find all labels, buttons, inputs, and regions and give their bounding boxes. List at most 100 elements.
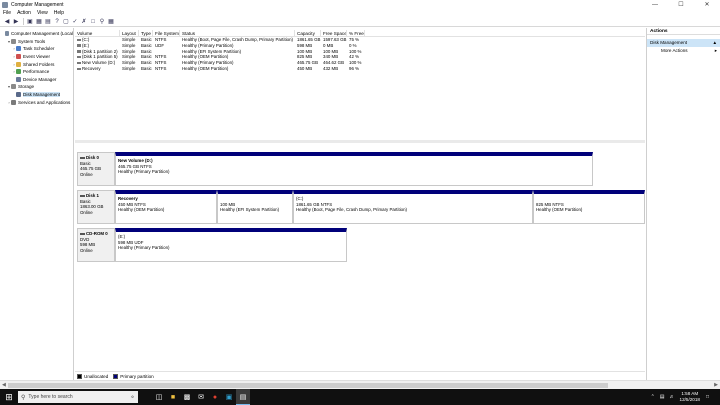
check-icon[interactable]: ✓	[71, 18, 79, 26]
tree-item[interactable]: › Shared Folders	[0, 60, 73, 68]
help-icon[interactable]: ?	[53, 18, 61, 26]
tree-node-icon	[16, 76, 21, 82]
column-header-capacity[interactable]: Capacity	[295, 29, 321, 37]
cdrom-0-label[interactable]: CD-ROM 0 DVD 598 MB Online	[77, 228, 115, 262]
scrollbar-thumb[interactable]	[8, 383, 608, 388]
disk-name-text: Disk 1	[86, 193, 99, 198]
volume-name: (E:)	[82, 42, 90, 48]
volume-icon	[77, 44, 81, 47]
horizontal-scrollbar[interactable]: ◀ ▶	[0, 380, 720, 389]
scroll-right-icon[interactable]: ▶	[714, 382, 718, 388]
tree-item-label: Storage	[18, 84, 35, 90]
column-header-type[interactable]: Type	[139, 29, 153, 37]
mail-icon[interactable]: ✉	[194, 389, 208, 405]
tree-item[interactable]: Device Manager	[0, 76, 73, 84]
scroll-left-icon[interactable]: ◀	[2, 382, 6, 388]
column-header-volume[interactable]: Volume	[75, 29, 120, 37]
forward-arrow-icon[interactable]: ▶	[12, 18, 20, 26]
column-header-free-space[interactable]: Free Space	[321, 29, 347, 37]
tree-item[interactable]: Disk Management	[0, 91, 73, 99]
partition-status: Healthy (Primary Partition)	[118, 245, 170, 251]
tree-item[interactable]: › Event Viewer	[0, 53, 73, 61]
disk-0-state: Online	[80, 171, 93, 177]
partition-recovery[interactable]: Recovery 450 MB NTFS Healthy (OEM Partit…	[115, 190, 217, 224]
partition-efi-system[interactable]: 100 MB Healthy (EFI System Partition)	[217, 190, 293, 224]
tree-item-label: Performance	[23, 69, 50, 75]
menu-action[interactable]: Action	[17, 10, 31, 16]
show-hide-tree-icon[interactable]: ▦	[35, 18, 43, 26]
partition-c-drive[interactable]: (C:) 1861.65 GB NTFS Healthy (Boot, Page…	[293, 190, 533, 224]
tree-item[interactable]: ▾ System Tools	[0, 38, 73, 46]
partition-status: Healthy (Primary Partition)	[118, 169, 170, 175]
file-explorer-icon[interactable]: ■	[166, 389, 180, 405]
tree-item[interactable]: › Services and Applications	[0, 98, 73, 106]
tree-node-icon	[11, 99, 16, 105]
settings-icon[interactable]: ▦	[107, 18, 115, 26]
properties-icon[interactable]: ▤	[44, 18, 52, 26]
store-icon[interactable]: ▩	[180, 389, 194, 405]
menu-help[interactable]: Help	[54, 10, 64, 16]
menu-view[interactable]: View	[37, 10, 48, 16]
taskbar-search-box[interactable]: ⚲ Type here to search ⚬	[18, 391, 138, 403]
task-view-icon[interactable]: ◫	[152, 389, 166, 405]
partition-oem[interactable]: 825 MB NTFS Healthy (OEM Partition)	[533, 190, 645, 224]
partition-e-drive[interactable]: (E:) 598 MB UDF Healthy (Primary Partiti…	[115, 228, 347, 262]
more-actions-item[interactable]: More Actions ▸	[647, 47, 720, 55]
volume-row[interactable]: Recovery Simple Basic NTFS Healthy (OEM Part…	[75, 66, 645, 72]
computer-management-taskbar-icon[interactable]: ▤	[236, 389, 250, 405]
tree-node-icon	[16, 61, 21, 67]
volume-list-rows: (C:) Simple Basic NTFS Healthy (Boot, Page F…	[75, 37, 645, 72]
view-icon[interactable]: ▢	[62, 18, 70, 26]
column-header-file-system[interactable]: File System	[153, 29, 180, 37]
toolbar: ◀ ▶ ▣ ▦ ▤ ? ▢ ✓ ✗ □ ⚲ ▦	[0, 17, 720, 27]
microphone-icon[interactable]: ⚬	[130, 394, 135, 401]
cell-file-system: NTFS	[155, 65, 167, 71]
windows-start-icon[interactable]: ⊞	[0, 389, 18, 405]
volume-icon	[77, 67, 81, 71]
volume-list: Volume Layout Type File System Status Ca…	[75, 29, 645, 72]
search-icon[interactable]: ⚲	[98, 18, 106, 26]
notification-icon[interactable]: □	[706, 394, 709, 400]
tree-item[interactable]: › Task Scheduler	[0, 45, 73, 53]
column-header-status[interactable]: Status	[180, 29, 295, 37]
actions-disk-management[interactable]: Disk Management ▲	[647, 39, 720, 47]
network-icon[interactable]: ▤	[660, 394, 665, 400]
volume-icon	[77, 50, 81, 53]
tree-node-icon	[11, 84, 16, 90]
minimize-button[interactable]: —	[642, 0, 668, 9]
legend-unallocated: Unallocated	[84, 373, 109, 379]
tree-item[interactable]: ▾ Storage	[0, 83, 73, 91]
partition-legend: Unallocated Primary partition	[75, 371, 645, 380]
column-header-percent-free[interactable]: % Free	[347, 29, 365, 37]
actions-header: Actions	[647, 28, 720, 35]
menu-file[interactable]: File	[3, 10, 11, 16]
partition-new-volume-d[interactable]: New Volume (D:) 465.75 GB NTFS Healthy (…	[115, 152, 593, 186]
tree-item[interactable]: › Performance	[0, 68, 73, 76]
clock[interactable]: 1:58 AM 12/5/2018	[680, 391, 700, 403]
tree-item[interactable]: Computer Management (Local	[0, 30, 73, 38]
back-arrow-icon[interactable]: ◀	[3, 18, 11, 26]
maximize-button[interactable]: ☐	[668, 0, 694, 9]
tray-overflow-icon[interactable]: ⌃	[651, 394, 655, 400]
system-tray: ⌃ ▤ ♬ 1:58 AM 12/5/2018 □	[651, 389, 714, 405]
cell-layout: Simple	[122, 65, 136, 71]
close-button[interactable]: ✕	[694, 0, 720, 9]
app-icon[interactable]: ▣	[222, 389, 236, 405]
up-folder-icon[interactable]: ▣	[26, 18, 34, 26]
window-controls: — ☐ ✕	[642, 0, 720, 9]
chrome-icon[interactable]: ●	[208, 389, 222, 405]
volume-icon	[77, 38, 81, 42]
volume-name: (Disk 1 partition 5)	[82, 54, 118, 60]
taskbar: ⊞ ⚲ Type here to search ⚬ ◫ ■ ▩ ✉ ● ▣ ▤ …	[0, 389, 720, 405]
tree-node-icon	[16, 46, 21, 52]
delete-icon[interactable]: ✗	[80, 18, 88, 26]
volume-icon[interactable]: ♬	[670, 394, 675, 400]
disk-1-partitions: Recovery 450 MB NTFS Healthy (OEM Partit…	[115, 190, 645, 224]
column-header-layout[interactable]: Layout	[120, 29, 139, 37]
disk-1-label[interactable]: Disk 1 Basic 1863.00 GB Online	[77, 190, 115, 224]
cell-free-space: 432 MB	[323, 65, 339, 71]
open-icon[interactable]: □	[89, 18, 97, 26]
disk-0-label[interactable]: Disk 0 Basic 465.75 GB Online	[77, 152, 115, 186]
pane-splitter[interactable]	[75, 140, 645, 143]
tree-node-icon	[11, 38, 16, 44]
